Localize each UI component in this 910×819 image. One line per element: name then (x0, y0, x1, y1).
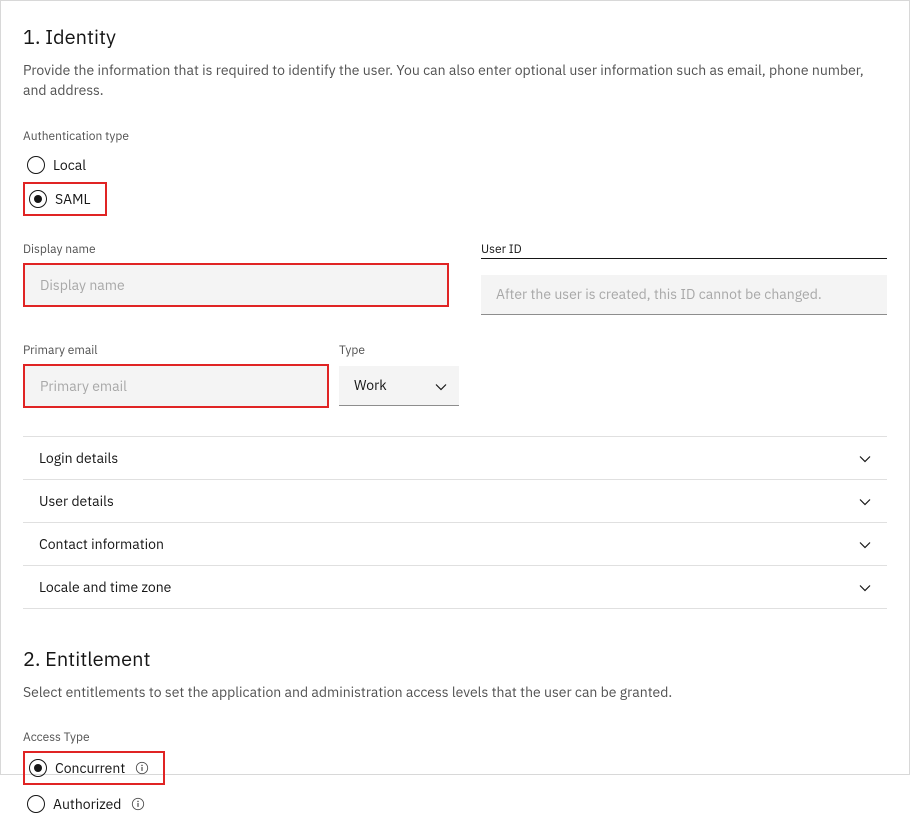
identity-heading: 1. Identity (23, 23, 887, 50)
chevron-down-icon (859, 578, 871, 596)
auth-type-saml-label: SAML (55, 190, 91, 208)
radio-unselected-icon (27, 156, 45, 174)
chevron-down-icon (859, 449, 871, 467)
display-name-input[interactable] (25, 265, 447, 305)
highlight-saml: SAML (23, 182, 107, 216)
chevron-down-icon (859, 535, 871, 553)
accordion-contact-information-title: Contact information (39, 535, 164, 553)
auth-type-local-radio[interactable]: Local (23, 150, 887, 180)
radio-selected-icon (29, 190, 47, 208)
radio-unselected-icon (27, 795, 45, 813)
display-name-field-col: Display name (23, 242, 449, 315)
primary-email-field-col: Primary email (23, 343, 329, 408)
identity-panel: 1. Identity Provide the information that… (0, 0, 910, 775)
display-name-label: Display name (23, 242, 449, 257)
user-id-input[interactable] (481, 275, 887, 315)
user-id-label: User ID (481, 242, 887, 259)
identity-accordion: Login details User details Contact infor… (23, 436, 887, 609)
auth-type-radio-group: Local SAML (23, 150, 887, 216)
entitlement-section: 2. Entitlement Select entitlements to se… (23, 645, 887, 819)
access-type-authorized-radio[interactable]: Authorized (23, 789, 887, 819)
access-type-authorized-label: Authorized (53, 795, 121, 813)
accordion-login-details[interactable]: Login details (23, 437, 887, 480)
accordion-locale-timezone[interactable]: Locale and time zone (23, 566, 887, 609)
radio-selected-icon (29, 759, 47, 777)
highlight-display-name (23, 263, 449, 307)
email-type-label: Type (339, 343, 459, 358)
email-type-select[interactable]: Work (339, 366, 459, 406)
access-type-label: Access Type (23, 730, 887, 745)
auth-type-local-label: Local (53, 156, 86, 174)
accordion-user-details-title: User details (39, 492, 114, 510)
highlight-primary-email (23, 364, 329, 408)
info-icon[interactable] (131, 797, 145, 811)
info-icon[interactable] (135, 761, 149, 775)
access-type-concurrent-label: Concurrent (55, 759, 125, 777)
entitlement-description: Select entitlements to set the applicati… (23, 682, 887, 702)
access-type-concurrent-radio[interactable]: Concurrent (27, 755, 151, 781)
accordion-locale-timezone-title: Locale and time zone (39, 578, 171, 596)
highlight-concurrent: Concurrent (23, 751, 165, 785)
entitlement-heading: 2. Entitlement (23, 645, 887, 672)
accordion-user-details[interactable]: User details (23, 480, 887, 523)
auth-type-label: Authentication type (23, 129, 887, 144)
accordion-contact-information[interactable]: Contact information (23, 523, 887, 566)
accordion-login-details-title: Login details (39, 449, 118, 467)
auth-type-saml-radio[interactable]: SAML (27, 186, 93, 212)
primary-email-input[interactable] (25, 366, 327, 406)
email-type-field-col: Type Work (339, 343, 459, 408)
primary-email-label: Primary email (23, 343, 329, 358)
chevron-down-icon (859, 492, 871, 510)
identity-description: Provide the information that is required… (23, 60, 887, 101)
access-type-radio-group: Concurrent Authorized (23, 751, 887, 819)
user-id-field-col: User ID (481, 242, 887, 315)
